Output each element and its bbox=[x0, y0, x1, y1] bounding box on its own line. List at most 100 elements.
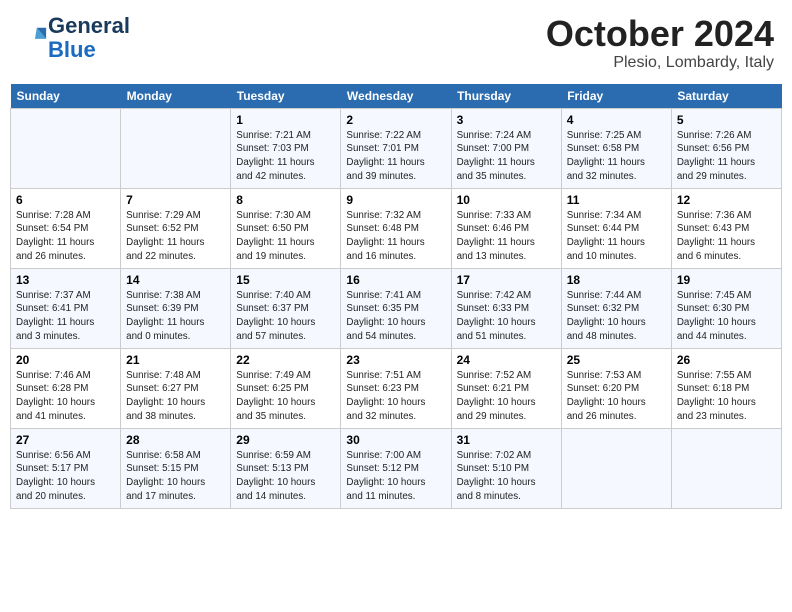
calendar-cell: 12 Sunrise: 7:36 AM Sunset: 6:43 PM Dayli… bbox=[671, 188, 781, 268]
day-number: 3 bbox=[457, 113, 556, 127]
day-number: 5 bbox=[677, 113, 776, 127]
calendar-cell: 7 Sunrise: 7:29 AM Sunset: 6:52 PM Daylig… bbox=[121, 188, 231, 268]
day-info: Sunrise: 6:58 AM Sunset: 5:15 PM Dayligh… bbox=[126, 449, 225, 504]
day-info: Sunrise: 7:49 AM Sunset: 6:25 PM Dayligh… bbox=[236, 369, 335, 424]
day-info: Sunrise: 7:32 AM Sunset: 6:48 PM Dayligh… bbox=[346, 209, 445, 264]
logo-icon bbox=[20, 24, 48, 52]
day-number: 6 bbox=[16, 193, 115, 207]
weekday-header-monday: Monday bbox=[121, 84, 231, 109]
logo-blue: Blue bbox=[48, 37, 96, 62]
day-number: 18 bbox=[567, 273, 666, 287]
calendar-cell: 29 Sunrise: 6:59 AM Sunset: 5:13 PM Dayli… bbox=[231, 428, 341, 508]
day-info: Sunrise: 7:30 AM Sunset: 6:50 PM Dayligh… bbox=[236, 209, 335, 264]
calendar-cell: 15 Sunrise: 7:40 AM Sunset: 6:37 PM Dayli… bbox=[231, 268, 341, 348]
day-number: 14 bbox=[126, 273, 225, 287]
day-number: 17 bbox=[457, 273, 556, 287]
calendar-cell: 23Sunrise: 7:51 AM Sunset: 6:23 PM Dayli… bbox=[341, 348, 451, 428]
day-number: 24 bbox=[457, 353, 556, 367]
day-info: Sunrise: 7:34 AM Sunset: 6:44 PM Dayligh… bbox=[567, 209, 666, 264]
day-info: Sunrise: 7:48 AM Sunset: 6:27 PM Dayligh… bbox=[126, 369, 225, 424]
day-number: 30 bbox=[346, 433, 445, 447]
day-info: Sunrise: 7:37 AM Sunset: 6:41 PM Dayligh… bbox=[16, 289, 115, 344]
calendar-cell: 18 Sunrise: 7:44 AM Sunset: 6:32 PM Dayli… bbox=[561, 268, 671, 348]
calendar-cell: 20Sunrise: 7:46 AM Sunset: 6:28 PM Dayli… bbox=[11, 348, 121, 428]
day-number: 27 bbox=[16, 433, 115, 447]
calendar-week-5: 27 Sunrise: 6:56 AM Sunset: 5:17 PM Dayli… bbox=[11, 428, 782, 508]
calendar-cell: 9 Sunrise: 7:32 AM Sunset: 6:48 PM Daylig… bbox=[341, 188, 451, 268]
day-number: 19 bbox=[677, 273, 776, 287]
day-number: 15 bbox=[236, 273, 335, 287]
day-info: Sunrise: 7:55 AM Sunset: 6:18 PM Dayligh… bbox=[677, 369, 776, 424]
calendar-header-row: SundayMondayTuesdayWednesdayThursdayFrid… bbox=[11, 84, 782, 109]
day-info: Sunrise: 6:56 AM Sunset: 5:17 PM Dayligh… bbox=[16, 449, 115, 504]
calendar-cell bbox=[11, 108, 121, 188]
calendar-cell: 11 Sunrise: 7:34 AM Sunset: 6:44 PM Dayli… bbox=[561, 188, 671, 268]
day-info: Sunrise: 7:21 AM Sunset: 7:03 PM Dayligh… bbox=[236, 129, 335, 184]
calendar-cell: 28Sunrise: 6:58 AM Sunset: 5:15 PM Dayli… bbox=[121, 428, 231, 508]
day-number: 7 bbox=[126, 193, 225, 207]
calendar-cell bbox=[671, 428, 781, 508]
calendar-cell: 16Sunrise: 7:41 AM Sunset: 6:35 PM Dayli… bbox=[341, 268, 451, 348]
calendar-cell: 21Sunrise: 7:48 AM Sunset: 6:27 PM Dayli… bbox=[121, 348, 231, 428]
calendar-cell: 26 Sunrise: 7:55 AM Sunset: 6:18 PM Dayli… bbox=[671, 348, 781, 428]
day-number: 12 bbox=[677, 193, 776, 207]
day-number: 8 bbox=[236, 193, 335, 207]
day-info: Sunrise: 7:42 AM Sunset: 6:33 PM Dayligh… bbox=[457, 289, 556, 344]
day-number: 31 bbox=[457, 433, 556, 447]
calendar-cell: 22 Sunrise: 7:49 AM Sunset: 6:25 PM Dayli… bbox=[231, 348, 341, 428]
location: Plesio, Lombardy, Italy bbox=[546, 54, 774, 72]
day-number: 13 bbox=[16, 273, 115, 287]
day-number: 22 bbox=[236, 353, 335, 367]
day-info: Sunrise: 7:29 AM Sunset: 6:52 PM Dayligh… bbox=[126, 209, 225, 264]
calendar-cell: 6 Sunrise: 7:28 AM Sunset: 6:54 PM Daylig… bbox=[11, 188, 121, 268]
day-info: Sunrise: 7:52 AM Sunset: 6:21 PM Dayligh… bbox=[457, 369, 556, 424]
day-info: Sunrise: 7:33 AM Sunset: 6:46 PM Dayligh… bbox=[457, 209, 556, 264]
weekday-header-friday: Friday bbox=[561, 84, 671, 109]
day-info: Sunrise: 7:24 AM Sunset: 7:00 PM Dayligh… bbox=[457, 129, 556, 184]
day-number: 11 bbox=[567, 193, 666, 207]
calendar-cell: 19Sunrise: 7:45 AM Sunset: 6:30 PM Dayli… bbox=[671, 268, 781, 348]
page-header: General Blue October 2024 Plesio, Lombar… bbox=[10, 10, 782, 76]
day-number: 9 bbox=[346, 193, 445, 207]
calendar-cell: 8 Sunrise: 7:30 AM Sunset: 6:50 PM Daylig… bbox=[231, 188, 341, 268]
calendar-cell: 27 Sunrise: 6:56 AM Sunset: 5:17 PM Dayli… bbox=[11, 428, 121, 508]
day-number: 25 bbox=[567, 353, 666, 367]
day-info: Sunrise: 7:36 AM Sunset: 6:43 PM Dayligh… bbox=[677, 209, 776, 264]
day-info: Sunrise: 7:51 AM Sunset: 6:23 PM Dayligh… bbox=[346, 369, 445, 424]
calendar-cell: 24 Sunrise: 7:52 AM Sunset: 6:21 PM Dayli… bbox=[451, 348, 561, 428]
day-info: Sunrise: 7:26 AM Sunset: 6:56 PM Dayligh… bbox=[677, 129, 776, 184]
day-info: Sunrise: 7:22 AM Sunset: 7:01 PM Dayligh… bbox=[346, 129, 445, 184]
month-title: October 2024 bbox=[546, 14, 774, 54]
day-number: 26 bbox=[677, 353, 776, 367]
calendar-cell: 31 Sunrise: 7:02 AM Sunset: 5:10 PM Dayli… bbox=[451, 428, 561, 508]
calendar-week-3: 13 Sunrise: 7:37 AM Sunset: 6:41 PM Dayli… bbox=[11, 268, 782, 348]
calendar-cell bbox=[561, 428, 671, 508]
day-info: Sunrise: 7:00 AM Sunset: 5:12 PM Dayligh… bbox=[346, 449, 445, 504]
day-number: 29 bbox=[236, 433, 335, 447]
day-info: Sunrise: 7:28 AM Sunset: 6:54 PM Dayligh… bbox=[16, 209, 115, 264]
calendar-week-1: 1 Sunrise: 7:21 AM Sunset: 7:03 PM Daylig… bbox=[11, 108, 782, 188]
calendar-cell: 4Sunrise: 7:25 AM Sunset: 6:58 PM Daylig… bbox=[561, 108, 671, 188]
calendar-cell: 5 Sunrise: 7:26 AM Sunset: 6:56 PM Daylig… bbox=[671, 108, 781, 188]
weekday-header-saturday: Saturday bbox=[671, 84, 781, 109]
day-info: Sunrise: 7:02 AM Sunset: 5:10 PM Dayligh… bbox=[457, 449, 556, 504]
calendar-cell: 14Sunrise: 7:38 AM Sunset: 6:39 PM Dayli… bbox=[121, 268, 231, 348]
calendar-cell: 17 Sunrise: 7:42 AM Sunset: 6:33 PM Dayli… bbox=[451, 268, 561, 348]
day-number: 1 bbox=[236, 113, 335, 127]
logo: General Blue bbox=[18, 14, 130, 62]
weekday-header-tuesday: Tuesday bbox=[231, 84, 341, 109]
calendar-cell bbox=[121, 108, 231, 188]
logo-general: General bbox=[48, 13, 130, 38]
day-info: Sunrise: 7:53 AM Sunset: 6:20 PM Dayligh… bbox=[567, 369, 666, 424]
calendar-table: SundayMondayTuesdayWednesdayThursdayFrid… bbox=[10, 84, 782, 509]
day-info: Sunrise: 7:41 AM Sunset: 6:35 PM Dayligh… bbox=[346, 289, 445, 344]
calendar-cell: 2Sunrise: 7:22 AM Sunset: 7:01 PM Daylig… bbox=[341, 108, 451, 188]
day-info: Sunrise: 7:25 AM Sunset: 6:58 PM Dayligh… bbox=[567, 129, 666, 184]
weekday-header-sunday: Sunday bbox=[11, 84, 121, 109]
day-number: 10 bbox=[457, 193, 556, 207]
day-info: Sunrise: 6:59 AM Sunset: 5:13 PM Dayligh… bbox=[236, 449, 335, 504]
calendar-week-4: 20Sunrise: 7:46 AM Sunset: 6:28 PM Dayli… bbox=[11, 348, 782, 428]
day-info: Sunrise: 7:40 AM Sunset: 6:37 PM Dayligh… bbox=[236, 289, 335, 344]
calendar-cell: 25 Sunrise: 7:53 AM Sunset: 6:20 PM Dayli… bbox=[561, 348, 671, 428]
day-info: Sunrise: 7:44 AM Sunset: 6:32 PM Dayligh… bbox=[567, 289, 666, 344]
